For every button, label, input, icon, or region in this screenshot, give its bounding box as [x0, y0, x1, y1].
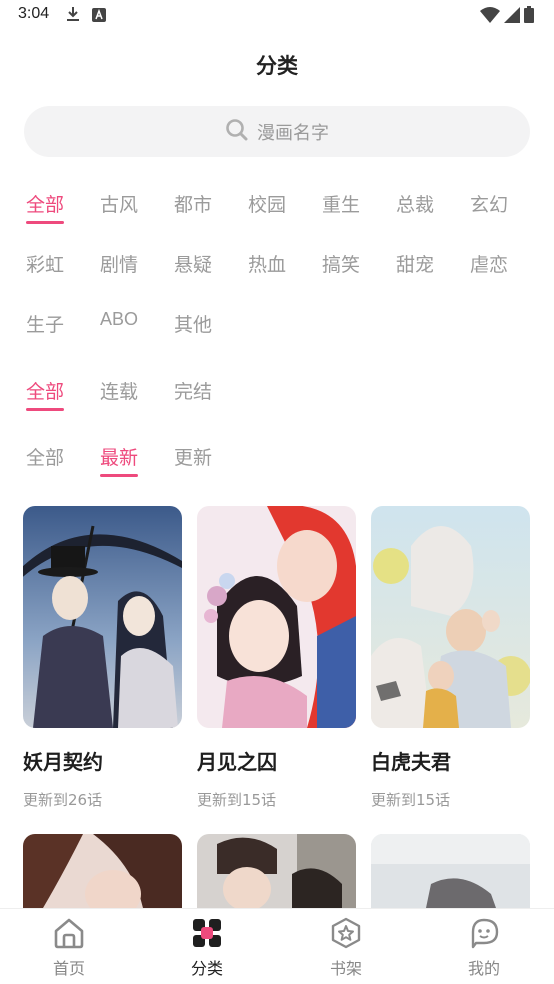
comic-title[interactable]: 妖月契约 — [23, 746, 182, 775]
sort-chip-updated[interactable]: 更新 — [174, 443, 212, 470]
comic-title[interactable]: 月见之囚 — [197, 746, 356, 775]
wifi-icon — [480, 6, 500, 27]
nav-profile-label: 我的 — [467, 959, 500, 978]
comic-cover-image[interactable] — [23, 506, 182, 728]
nav-home-label: 首页 — [52, 959, 85, 978]
genre-chip-all[interactable]: 全部 — [25, 190, 65, 224]
genre-chip-xuanyi[interactable]: 悬疑 — [174, 250, 212, 277]
status-chip-completed[interactable]: 完结 — [174, 377, 212, 404]
genre-chip-xuanhuan[interactable]: 玄幻 — [470, 190, 508, 217]
nav-bookshelf[interactable]: 书架 — [306, 917, 386, 979]
search-icon — [225, 118, 249, 146]
genre-chip-nuelian[interactable]: 虐恋 — [470, 250, 508, 277]
status-chip-serializing[interactable]: 连载 — [100, 377, 138, 404]
home-icon — [52, 917, 86, 953]
nav-category-label: 分类 — [190, 959, 223, 978]
status-time: 3:04 — [18, 5, 50, 22]
genre-chip-gaoxiao[interactable]: 搞笑 — [322, 250, 360, 277]
comic-cover-image[interactable] — [371, 834, 530, 908]
profile-face-icon — [468, 917, 500, 953]
comic-cover-image[interactable] — [371, 506, 530, 728]
genre-filter-row-3: 生子 ABO 其他 — [0, 309, 554, 350]
status-chip-all[interactable]: 全部 — [25, 377, 65, 411]
comic-update-status: 更新到26话 — [23, 791, 103, 809]
comic-cover-image[interactable] — [197, 506, 356, 728]
search-placeholder: 漫画名字 — [257, 122, 329, 144]
genre-chip-chongsheng[interactable]: 重生 — [322, 190, 360, 217]
bookshelf-star-icon — [330, 917, 362, 953]
nav-category[interactable]: 分类 — [167, 917, 247, 979]
sort-filter-row: 全部 最新 更新 — [0, 443, 554, 483]
nav-profile[interactable]: 我的 — [444, 917, 524, 979]
battery-icon — [524, 6, 534, 27]
signal-icon — [504, 6, 520, 27]
genre-filter-row-1: 全部 古风 都市 校园 重生 总裁 玄幻 — [0, 190, 554, 230]
comic-cover-image[interactable] — [197, 834, 356, 908]
genre-chip-juqing[interactable]: 剧情 — [100, 250, 138, 277]
comic-update-status: 更新到15话 — [371, 791, 451, 809]
comic-title[interactable]: 白虎夫君 — [371, 746, 530, 775]
app-notification-icon — [92, 7, 106, 26]
genre-chip-abo[interactable]: ABO — [100, 309, 138, 330]
genre-chip-rexue[interactable]: 热血 — [248, 250, 286, 277]
comic-cover-image[interactable] — [23, 834, 182, 908]
comic-update-status: 更新到15话 — [197, 791, 277, 809]
nav-home[interactable]: 首页 — [29, 917, 109, 979]
status-bar: 3:04 — [0, 0, 554, 30]
sort-chip-all[interactable]: 全部 — [26, 443, 64, 470]
comic-card[interactable]: 白虎夫君 更新到15话 — [371, 506, 530, 810]
search-input[interactable]: 漫画名字 — [24, 106, 530, 157]
comic-card[interactable]: 月见之囚 更新到15话 — [197, 506, 356, 810]
category-grid-icon — [191, 917, 223, 953]
sort-chip-latest[interactable]: 最新 — [99, 443, 139, 477]
nav-bookshelf-label: 书架 — [329, 959, 362, 978]
genre-chip-shengzi[interactable]: 生子 — [26, 310, 64, 337]
genre-chip-xiaoyuan[interactable]: 校园 — [248, 190, 286, 217]
download-icon — [66, 6, 80, 26]
genre-chip-dushi[interactable]: 都市 — [174, 190, 212, 217]
genre-filter-row-2: 彩虹 剧情 悬疑 热血 搞笑 甜宠 虐恋 — [0, 250, 554, 290]
status-filter-row: 全部 连载 完结 — [0, 377, 554, 417]
genre-chip-zongcai[interactable]: 总裁 — [396, 190, 434, 217]
page-title: 分类 — [256, 54, 298, 78]
genre-chip-tianchong[interactable]: 甜宠 — [396, 250, 434, 277]
genre-chip-caihong[interactable]: 彩虹 — [26, 250, 64, 277]
bottom-nav: 首页 分类 书架 我的 — [0, 908, 554, 984]
comic-card[interactable]: 妖月契约 更新到26话 — [23, 506, 182, 810]
genre-chip-gufeng[interactable]: 古风 — [100, 190, 138, 217]
genre-chip-qita[interactable]: 其他 — [174, 310, 212, 337]
